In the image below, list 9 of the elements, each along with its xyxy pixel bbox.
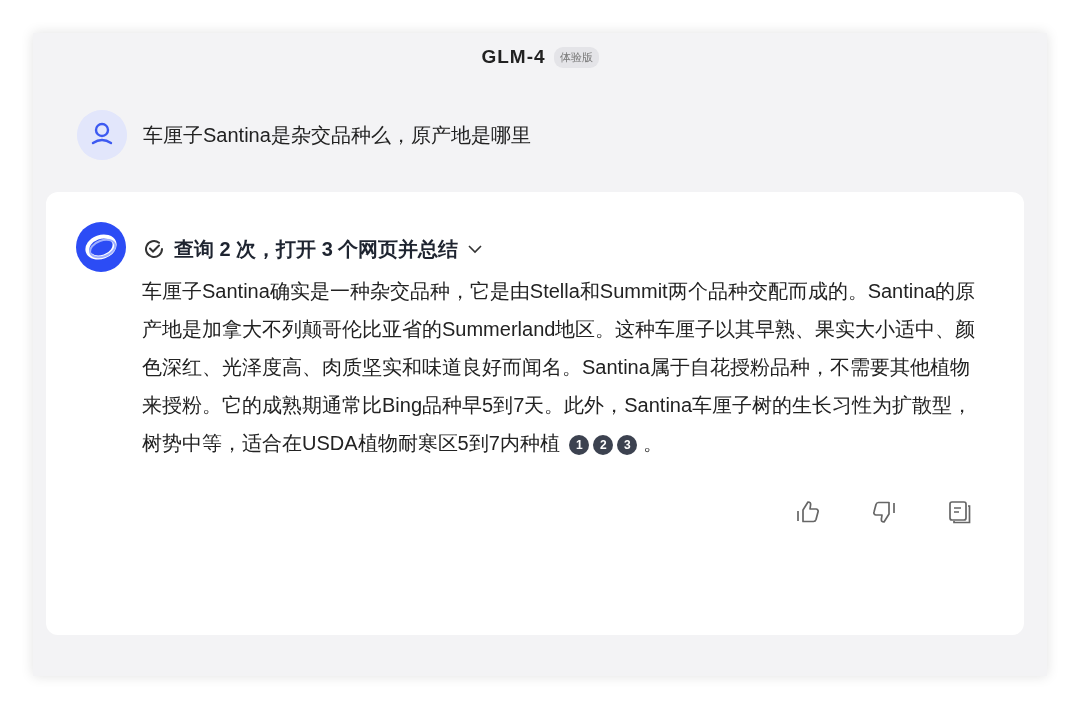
app-title: GLM-4	[481, 45, 546, 69]
citation-link[interactable]: 1	[569, 434, 590, 455]
ring-logo-icon	[76, 221, 126, 272]
answer-paragraph: 车厘子Santina确实是一种杂交品种，它是由Stella和Summit两个品种交配而成的。Santina的原产地是加拿大不列颠哥伦比亚省的Summerland地区。这种车厘子以其早熟、果实大小适中、颜色深红、光泽度高、肉质坚实和味道良好而闻名。Santina属于自花授粉品种，不需要其他植物来授粉。它的成熟期通常比Bing品种早5到7天。此外，Santina车厘子树的生长习性为扩散型，树势中等，适合在USDA植物耐寒区5到7内种植 1 2 3 。	[142, 278, 977, 457]
citation-link[interactable]: 2	[593, 434, 614, 455]
version-badge: 体验版	[553, 47, 599, 68]
citation-link[interactable]: 3	[617, 434, 638, 455]
search-summary-toggle[interactable]: 查询 2 次，打开 3 个网页并总结	[142, 233, 485, 264]
user-message: 车厘子Santina是杂交品种么，原产地是哪里	[143, 122, 531, 148]
